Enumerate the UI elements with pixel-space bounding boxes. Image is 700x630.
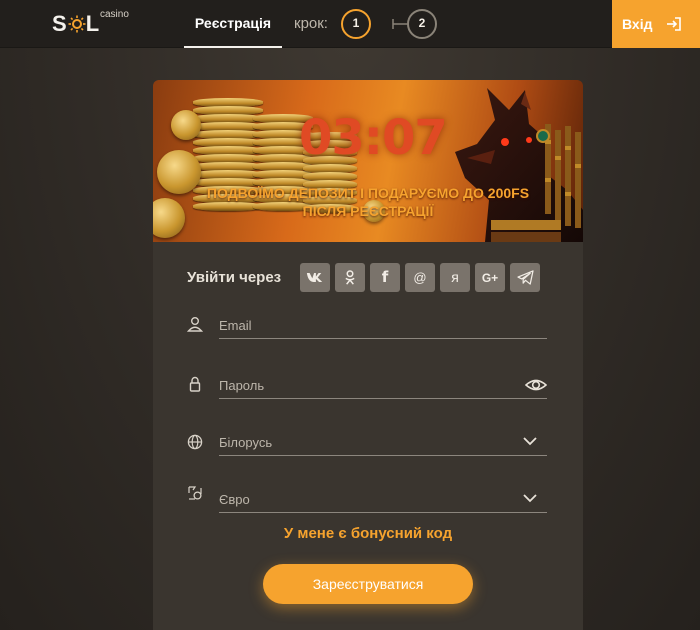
currency-value: Євро <box>219 492 250 507</box>
tab-registration[interactable]: Реєстрація <box>184 0 282 48</box>
step-label: крок: <box>294 15 328 32</box>
social-vk-button[interactable] <box>300 263 330 292</box>
register-button[interactable]: Зареєструватися <box>263 564 473 604</box>
logo-subtext: casino <box>100 9 129 20</box>
telegram-icon <box>516 270 534 285</box>
countdown-timer: 03:07 <box>299 110 448 166</box>
promo-line-1: ПОДВОЇМО ДЕПОЗИТ І ПОДАРУЄМО ДО 200FS <box>206 185 530 201</box>
social-login-label: Увійти через <box>187 269 282 286</box>
google-plus-icon: G+ <box>481 271 499 285</box>
social-facebook-button[interactable]: f <box>370 263 400 292</box>
email-field[interactable]: Email <box>219 313 547 339</box>
yandex-icon: я <box>451 269 459 285</box>
chevron-down-icon <box>523 494 537 503</box>
email-placeholder: Email <box>219 318 252 333</box>
sign-in-icon <box>667 17 681 31</box>
mail-icon: @ <box>413 270 427 285</box>
sun-logo-icon <box>68 15 86 33</box>
promo-banner: 03:07 ПОДВОЇМО ДЕПОЗИТ І ПОДАРУЄМО ДО 20… <box>153 80 583 242</box>
country-value: Білорусь <box>219 435 273 450</box>
user-icon <box>187 317 203 332</box>
promo-text: ПОДВОЇМО ДЕПОЗИТ І ПОДАРУЄМО ДО 200FS ПІ… <box>153 184 583 220</box>
country-select[interactable]: Білорусь <box>219 430 547 456</box>
top-bar: SOL casino Реєстрація крок: 1 2 Вхід <box>0 0 700 48</box>
step-1-indicator: 1 <box>341 9 371 39</box>
bonus-code-link[interactable]: У мене є бонусний код <box>153 525 583 542</box>
currency-icon <box>188 486 202 500</box>
vk-icon <box>306 273 323 282</box>
password-placeholder: Пароль <box>219 378 265 393</box>
password-field[interactable]: Пароль <box>219 373 547 399</box>
facebook-icon: f <box>381 268 389 286</box>
coin-image <box>171 110 201 140</box>
step-2-indicator: 2 <box>407 9 437 39</box>
promo-line-2: ПІСЛЯ РЕЄСТРАЦІЇ <box>302 203 434 219</box>
odnoklassniki-icon <box>345 270 355 285</box>
lock-icon <box>189 376 201 392</box>
login-button[interactable]: Вхід <box>612 0 700 48</box>
social-yandex-button[interactable]: я <box>440 263 470 292</box>
login-label: Вхід <box>622 16 653 32</box>
social-odnoklassniki-button[interactable] <box>335 263 365 292</box>
chevron-down-icon <box>523 437 537 446</box>
globe-icon <box>187 434 203 450</box>
currency-select[interactable]: Євро <box>219 487 547 513</box>
social-google-plus-button[interactable]: G+ <box>475 263 505 292</box>
registration-card: 03:07 ПОДВОЇМО ДЕПОЗИТ І ПОДАРУЄМО ДО 20… <box>153 80 583 630</box>
step-connector-icon <box>392 19 408 29</box>
social-telegram-button[interactable] <box>510 263 540 292</box>
social-mail-button[interactable]: @ <box>405 263 435 292</box>
eye-icon[interactable] <box>525 377 547 393</box>
